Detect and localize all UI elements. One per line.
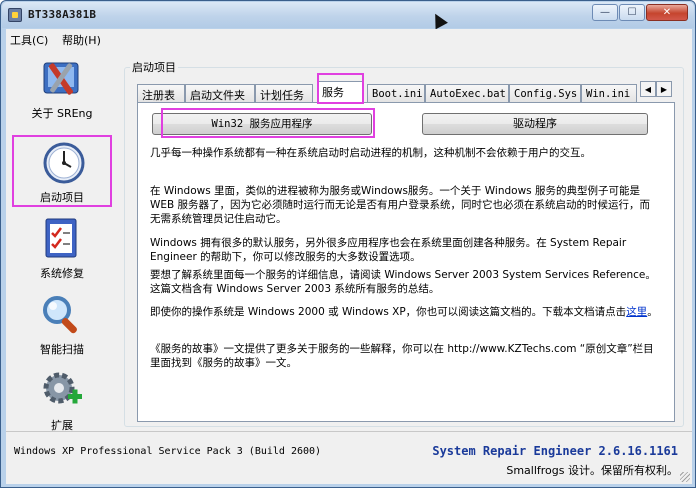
tab-config-sys[interactable]: Config.Sys (509, 84, 581, 102)
download-text-end: 。 (647, 306, 658, 318)
checklist-icon (45, 218, 77, 258)
download-link[interactable]: 这里 (626, 306, 647, 318)
tab-scroll-right-icon[interactable]: ▶ (656, 81, 672, 97)
copyright-text: Smallfrogs 设计。保留所有权利。 (506, 464, 678, 477)
tab-registry[interactable]: 注册表 (137, 84, 185, 102)
nav-item-repair[interactable]: 系统修复 (12, 213, 112, 285)
nav-label-about: 关于 SREng (31, 107, 93, 120)
tab-startup-folder[interactable]: 启动文件夹 (185, 84, 255, 102)
tab-autoexec-bat[interactable]: AutoExec.bat (425, 84, 509, 102)
tab-scroll-buttons: ◀ ▶ (640, 81, 672, 97)
paragraph-services: 在 Windows 里面，类似的进程被称为服务或Windows服务。一个关于 W… (150, 185, 651, 225)
tab-scheduled-tasks[interactable]: 计划任务 (255, 84, 313, 102)
app-icon (8, 8, 22, 22)
menu-tools[interactable]: 工具(C) (10, 32, 48, 48)
tab-strip: 注册表 启动文件夹 计划任务 服务 Boot.ini AutoExec.bat … (137, 81, 675, 103)
nav-label-scan: 智能扫描 (40, 343, 84, 356)
paragraph-intro: 几乎每一种操作系统都有一种在系统启动时启动进程的机制，这种机制不会依赖于用户的交… (150, 147, 591, 159)
tab-boot-ini[interactable]: Boot.ini (367, 84, 425, 102)
paragraph-download: 即使你的操作系统是 Windows 2000 或 Windows XP，你也可以… (150, 305, 660, 319)
paragraph-reference: 要想了解系统里面每一个服务的详细信息，请阅读 Windows Server 20… (150, 269, 656, 295)
close-button[interactable]: ✕ (646, 4, 688, 21)
nav-item-startup[interactable]: 启动项目 (12, 135, 112, 207)
clock-icon (43, 142, 85, 184)
caption-buttons: — ☐ ✕ (592, 4, 688, 21)
tab-scroll-left-icon[interactable]: ◀ (640, 81, 656, 97)
title-bar[interactable]: BT338A381B — ☐ ✕ (2, 2, 694, 28)
minimize-button[interactable]: — (592, 4, 618, 21)
product-version-text: System Repair Engineer 2.6.16.1161 (432, 444, 678, 458)
nav-item-about[interactable]: 关于 SREng (12, 53, 112, 125)
gear-plus-icon (43, 372, 82, 404)
nav-label-startup: 启动项目 (40, 191, 84, 204)
nav-item-extend[interactable]: 扩展 (12, 365, 112, 437)
sidebar-nav: 关于 SREng 启动项目 系统修复 智能扫描 扩展 (6, 53, 128, 432)
magnifier-icon (43, 296, 77, 334)
group-title: 启动项目 (130, 59, 178, 75)
client-area: 工具(C) 帮助(H) 关于 SREng 启动项目 系统修复 智能扫描 扩展 启… (6, 29, 692, 484)
nav-label-repair: 系统修复 (40, 267, 84, 280)
maximize-button[interactable]: ☐ (619, 4, 645, 21)
tab-services-highlight (317, 73, 364, 104)
nav-item-scan[interactable]: 智能扫描 (12, 289, 112, 361)
win32-button-highlight (161, 108, 375, 138)
drivers-button[interactable]: 驱动程序 (422, 113, 648, 135)
application-window: BT338A381B — ☐ ✕ 工具(C) 帮助(H) 关于 SREng 启动… (0, 0, 696, 488)
tab-win-ini[interactable]: Win.ini (581, 84, 637, 102)
status-bar: Windows XP Professional Service Pack 3 (… (6, 431, 692, 484)
window-title: BT338A381B (28, 8, 97, 21)
tools-icon (43, 62, 79, 95)
paragraph-defaults: Windows 拥有很多的默认服务，另外很多应用程序也会在系统里面创建各种服务。… (150, 237, 627, 263)
menu-bar: 工具(C) 帮助(H) (6, 29, 692, 49)
download-text: 即使你的操作系统是 Windows 2000 或 Windows XP，你也可以… (150, 306, 627, 318)
paragraph-story: 《服务的故事》一文提供了更多关于服务的一些解释，你可以在 http://www.… (150, 343, 654, 369)
os-version-text: Windows XP Professional Service Pack 3 (… (14, 446, 322, 457)
menu-help[interactable]: 帮助(H) (62, 32, 101, 48)
resize-grip-icon[interactable] (680, 472, 690, 482)
